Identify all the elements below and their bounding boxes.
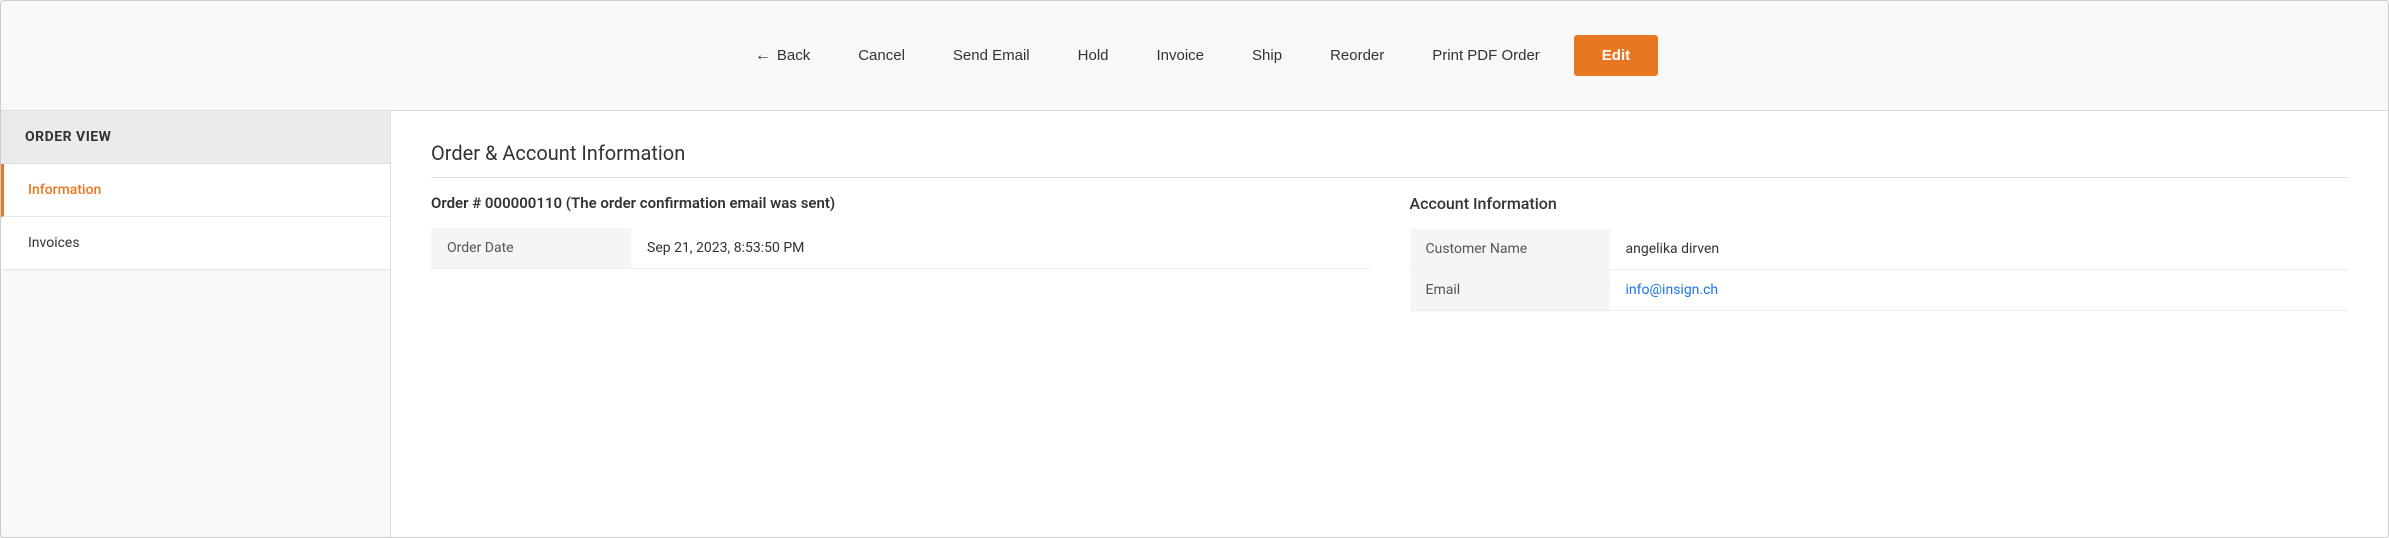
order-date-value: Sep 21, 2023, 8:53:50 PM bbox=[631, 228, 1370, 269]
customer-name-row: Customer Name angelika dirven bbox=[1410, 229, 2349, 270]
app-window: ← Back Cancel Send Email Hold Invoice Sh… bbox=[0, 0, 2389, 538]
sidebar-item-invoices-label: Invoices bbox=[28, 235, 80, 251]
sidebar-item-information-label: Information bbox=[28, 182, 101, 198]
back-label: Back bbox=[777, 47, 810, 64]
reorder-label: Reorder bbox=[1330, 47, 1384, 64]
back-button[interactable]: ← Back bbox=[731, 37, 834, 75]
hold-label: Hold bbox=[1078, 47, 1109, 64]
back-arrow-icon: ← bbox=[755, 47, 771, 65]
sidebar-header: ORDER VIEW bbox=[1, 111, 390, 164]
invoice-button[interactable]: Invoice bbox=[1133, 37, 1229, 74]
order-date-label: Order Date bbox=[431, 228, 631, 269]
edit-button[interactable]: Edit bbox=[1574, 35, 1658, 76]
main-content: ORDER VIEW Information Invoices Order & … bbox=[1, 111, 2388, 537]
ship-button[interactable]: Ship bbox=[1228, 37, 1306, 74]
print-pdf-label: Print PDF Order bbox=[1432, 47, 1540, 64]
ship-label: Ship bbox=[1252, 47, 1282, 64]
order-number-title: Order # 000000110 (The order confirmatio… bbox=[431, 194, 1370, 212]
order-info-table: Order Date Sep 21, 2023, 8:53:50 PM bbox=[431, 228, 1370, 269]
account-info-section: Account Information Customer Name angeli… bbox=[1410, 194, 2349, 311]
sidebar: ORDER VIEW Information Invoices bbox=[1, 111, 391, 537]
sidebar-item-information[interactable]: Information bbox=[1, 164, 390, 217]
section-title: Order & Account Information bbox=[431, 141, 2348, 178]
print-pdf-button[interactable]: Print PDF Order bbox=[1408, 37, 1564, 74]
hold-button[interactable]: Hold bbox=[1054, 37, 1133, 74]
content-area: Order & Account Information Order # 0000… bbox=[391, 111, 2388, 537]
reorder-button[interactable]: Reorder bbox=[1306, 37, 1408, 74]
order-info-section: Order # 000000110 (The order confirmatio… bbox=[431, 194, 1370, 311]
content-grid: Order # 000000110 (The order confirmatio… bbox=[431, 194, 2348, 311]
order-date-row: Order Date Sep 21, 2023, 8:53:50 PM bbox=[431, 228, 1370, 269]
sidebar-header-label: ORDER VIEW bbox=[25, 129, 111, 145]
account-info-title: Account Information bbox=[1410, 194, 2349, 213]
account-info-table: Customer Name angelika dirven Email info… bbox=[1410, 229, 2349, 311]
send-email-button[interactable]: Send Email bbox=[929, 37, 1054, 74]
customer-name-label: Customer Name bbox=[1410, 229, 1610, 270]
toolbar: ← Back Cancel Send Email Hold Invoice Sh… bbox=[1, 1, 2388, 111]
sidebar-item-invoices[interactable]: Invoices bbox=[1, 217, 390, 270]
cancel-label: Cancel bbox=[858, 47, 905, 64]
email-value[interactable]: info@insign.ch bbox=[1610, 270, 2349, 311]
email-row: Email info@insign.ch bbox=[1410, 270, 2349, 311]
customer-name-value: angelika dirven bbox=[1610, 229, 2349, 270]
edit-label: Edit bbox=[1602, 47, 1630, 64]
toolbar-inner: ← Back Cancel Send Email Hold Invoice Sh… bbox=[731, 35, 1658, 76]
send-email-label: Send Email bbox=[953, 47, 1030, 64]
email-label: Email bbox=[1410, 270, 1610, 311]
cancel-button[interactable]: Cancel bbox=[834, 37, 929, 74]
invoice-label: Invoice bbox=[1157, 47, 1205, 64]
